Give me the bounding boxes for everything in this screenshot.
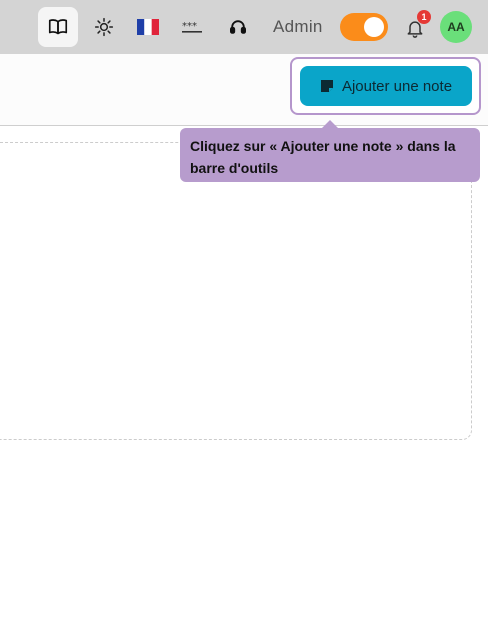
book-open-icon[interactable]	[38, 7, 78, 47]
notes-canvas[interactable]	[0, 142, 472, 440]
app-root: *** Admin 1 AA Ajouter une note Cliquez …	[0, 0, 488, 640]
password-icon[interactable]: ***	[172, 7, 212, 47]
svg-text:***: ***	[182, 21, 197, 32]
toggle-knob	[364, 17, 384, 37]
admin-label: Admin	[273, 17, 323, 36]
notification-badge: 1	[417, 10, 431, 24]
admin-toggle[interactable]	[340, 13, 388, 41]
flag-fr-icon[interactable]	[128, 7, 168, 47]
top-header: *** Admin 1 AA	[0, 0, 488, 54]
add-note-label: Ajouter une note	[341, 77, 453, 95]
support-icon[interactable]	[218, 7, 258, 47]
add-note-button[interactable]: Ajouter une note	[300, 66, 472, 106]
sun-icon[interactable]	[84, 7, 124, 47]
sticky-note-icon	[320, 79, 334, 93]
avatar[interactable]: AA	[440, 11, 472, 43]
tooltip-arrow	[322, 120, 338, 128]
guide-tooltip: Cliquez sur « Ajouter une note » dans la…	[180, 128, 480, 182]
